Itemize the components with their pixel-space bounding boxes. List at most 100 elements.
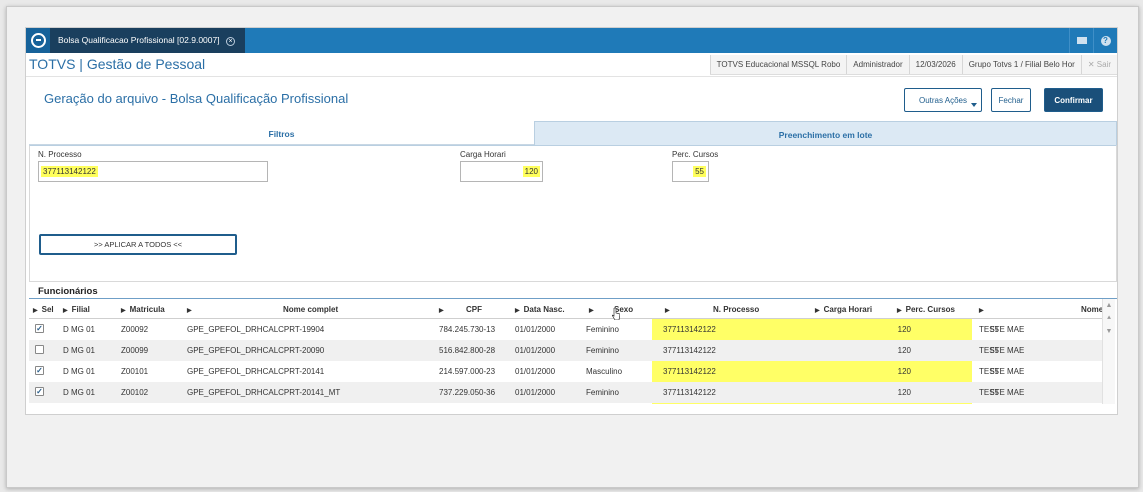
- checkbox-checked-icon[interactable]: ✓: [35, 324, 44, 333]
- close-button[interactable]: Fechar: [991, 88, 1031, 112]
- top-bar: Bolsa Qualificacao Profissional [02.9.00…: [26, 28, 1117, 53]
- cell-data-nasc: 01/01/2000: [515, 346, 556, 355]
- status-user: Administrador: [846, 55, 908, 74]
- table-row[interactable]: ✓ D MG 01 Z00092 GPE_GPEFOL_DRHCALCPRT-1990…: [29, 319, 1105, 340]
- grid-scrollbar[interactable]: ▲ ⯅ ▼: [1102, 299, 1115, 404]
- table-row[interactable]: ✓ D MG 01 Z00102 GPE_GPEFOL_DRHCALCPRT-2014…: [29, 382, 1105, 403]
- grid-body: ✓ D MG 01 Z00092 GPE_GPEFOL_DRHCALCPRT-1990…: [29, 319, 1105, 403]
- cell-filial: D MG 01: [63, 325, 96, 334]
- carga-horaria-input[interactable]: 120: [460, 161, 543, 182]
- col-header-sort-sexo[interactable]: ▶: [589, 299, 598, 319]
- col-header-nome-completo[interactable]: Nome complet: [283, 299, 338, 319]
- cell-nome: TESTE MAE: [979, 367, 1025, 376]
- scroll-up-step-icon[interactable]: ⯅: [1103, 312, 1115, 325]
- cell-cpf: 737.229.050-36: [439, 388, 496, 397]
- grid-header: ▶ Sel ▶ Filial ▶ Matricula ▶ Nome complet ▶…: [29, 299, 1105, 319]
- col-header-sel[interactable]: ▶ Sel: [33, 299, 54, 319]
- carga-horaria-label: Carga Horari: [460, 150, 506, 159]
- perc-cursos-label: Perc. Cursos: [672, 150, 719, 159]
- cell-nome: TESTE MAE: [979, 346, 1025, 355]
- table-row[interactable]: D MG 01 Z00099 GPE_GPEFOL_DRHCALCPRT-20090…: [29, 340, 1105, 361]
- other-actions-label: Outras Ações: [918, 95, 968, 105]
- app-window: Bolsa Qualificacao Profissional [02.9.00…: [25, 27, 1118, 415]
- tab-bar: Filtros Preenchimento em lote: [29, 121, 1117, 145]
- employees-grid: ▶ Sel ▶ Filial ▶ Matricula ▶ Nome complet ▶…: [29, 299, 1105, 403]
- cell-n-processo: 377113142122: [663, 388, 716, 397]
- page-title: Geração do arquivo - Bolsa Qualificação …: [44, 91, 349, 106]
- status-branch[interactable]: Grupo Totvs 1 / Filial Belo Hor: [961, 55, 1081, 74]
- col-header-nome[interactable]: Nome: [1081, 299, 1103, 319]
- help-icon: ?: [1100, 35, 1111, 46]
- apply-to-all-button[interactable]: >> APLICAR A TODOS <<: [39, 234, 237, 255]
- col-header-data-nasc[interactable]: ▶ Data Nasc.: [515, 299, 565, 319]
- status-environment: TOTVS Educacional MSSQL Robo: [709, 55, 847, 74]
- cell-nome-completo: GPE_GPEFOL_DRHCALCPRT-20090: [187, 346, 325, 355]
- logout-label: Sair: [1096, 60, 1111, 69]
- col-header-cpf[interactable]: CPF: [466, 299, 482, 319]
- perc-cursos-value: 55: [693, 166, 706, 177]
- header-divider: [26, 76, 1117, 77]
- cell-n-processo: 377113142122: [663, 367, 716, 376]
- n-processo-value: 377113142122: [41, 166, 98, 177]
- tab-filtros[interactable]: Filtros: [29, 121, 534, 145]
- cell-filial: D MG 01: [63, 346, 96, 355]
- tab-preenchimento-em-lote[interactable]: Preenchimento em lote: [534, 121, 1117, 145]
- n-processo-label: N. Processo: [38, 150, 82, 159]
- messages-button[interactable]: [1069, 28, 1093, 53]
- other-actions-button[interactable]: Outras Ações: [904, 88, 982, 112]
- logout-button[interactable]: ✕ Sair: [1080, 55, 1117, 74]
- chevron-down-icon: [971, 103, 977, 107]
- cell-filial: D MG 01: [63, 367, 96, 376]
- carga-horaria-value: 120: [522, 166, 540, 177]
- cell-matricula: Z00101: [121, 367, 149, 376]
- cell-carga-horaria: 120: [897, 367, 911, 376]
- close-tab-icon[interactable]: ×: [225, 37, 235, 46]
- cell-matricula: Z00102: [121, 388, 149, 397]
- totvs-logo-icon[interactable]: [26, 28, 50, 53]
- cell-sexo: Masculino: [586, 367, 623, 376]
- cell-carga-horaria: 120: [897, 325, 911, 334]
- cell-matricula: Z00092: [121, 325, 149, 334]
- cell-nome-completo: GPE_GPEFOL_DRHCALCPRT-19904: [187, 325, 325, 334]
- scroll-down-icon[interactable]: ▼: [1103, 325, 1115, 338]
- col-header-perc-cursos[interactable]: ▶ Perc. Cursos: [897, 299, 955, 319]
- cell-data-nasc: 01/01/2000: [515, 367, 556, 376]
- col-header-sort-processo[interactable]: ▶: [665, 299, 674, 319]
- col-header-sort-nome[interactable]: ▶: [187, 299, 196, 319]
- n-processo-input[interactable]: 377113142122: [38, 161, 268, 182]
- cell-nome-completo: GPE_GPEFOL_DRHCALCPRT-20141: [187, 367, 325, 376]
- mail-icon: [1076, 37, 1087, 44]
- cell-sexo: Feminino: [586, 346, 619, 355]
- cell-data-nasc: 01/01/2000: [515, 325, 556, 334]
- checkbox-unchecked-icon[interactable]: [35, 345, 44, 354]
- program-tab-label: Bolsa Qualificacao Profissional [02.9.00…: [58, 35, 220, 45]
- col-header-sort-nome2[interactable]: ▶: [979, 299, 988, 319]
- cell-cpf: 214.597.000-23: [439, 367, 496, 376]
- cell-carga-horaria: 120: [897, 388, 911, 397]
- cell-sexo: Feminino: [586, 325, 619, 334]
- confirm-button[interactable]: Confirmar: [1044, 88, 1103, 112]
- cell-nome-completo: GPE_GPEFOL_DRHCALCPRT-20141_MT: [187, 388, 341, 397]
- cell-filial: D MG 01: [63, 388, 96, 397]
- program-tab[interactable]: Bolsa Qualificacao Profissional [02.9.00…: [50, 28, 245, 53]
- perc-cursos-input[interactable]: 55: [672, 161, 709, 182]
- table-row[interactable]: ✓ D MG 01 Z00101 GPE_GPEFOL_DRHCALCPRT-2014…: [29, 361, 1105, 382]
- cell-sexo: Feminino: [586, 388, 619, 397]
- col-header-carga-horaria[interactable]: ▶ Carga Horari: [815, 299, 872, 319]
- col-header-sort-cpf[interactable]: ▶: [439, 299, 448, 319]
- cell-matricula: Z00099: [121, 346, 149, 355]
- grid-title: Funcionários: [38, 286, 98, 297]
- mouse-cursor-icon: [612, 308, 620, 320]
- col-header-filial[interactable]: ▶ Filial: [63, 299, 90, 319]
- status-bar: TOTVS Educacional MSSQL Robo Administrad…: [709, 55, 1117, 75]
- checkbox-checked-icon[interactable]: ✓: [35, 387, 44, 396]
- cell-n-processo: 377113142122: [663, 325, 716, 334]
- cell-cpf: 516.842.800-28: [439, 346, 496, 355]
- cell-nome: TESTE MAE: [979, 388, 1025, 397]
- cell-cpf: 784.245.730-13: [439, 325, 496, 334]
- col-header-matricula[interactable]: ▶ Matricula: [121, 299, 165, 319]
- scroll-up-icon[interactable]: ▲: [1103, 299, 1115, 312]
- checkbox-checked-icon[interactable]: ✓: [35, 366, 44, 375]
- col-header-n-processo[interactable]: N. Processo: [713, 299, 759, 319]
- help-button[interactable]: ?: [1093, 28, 1117, 53]
